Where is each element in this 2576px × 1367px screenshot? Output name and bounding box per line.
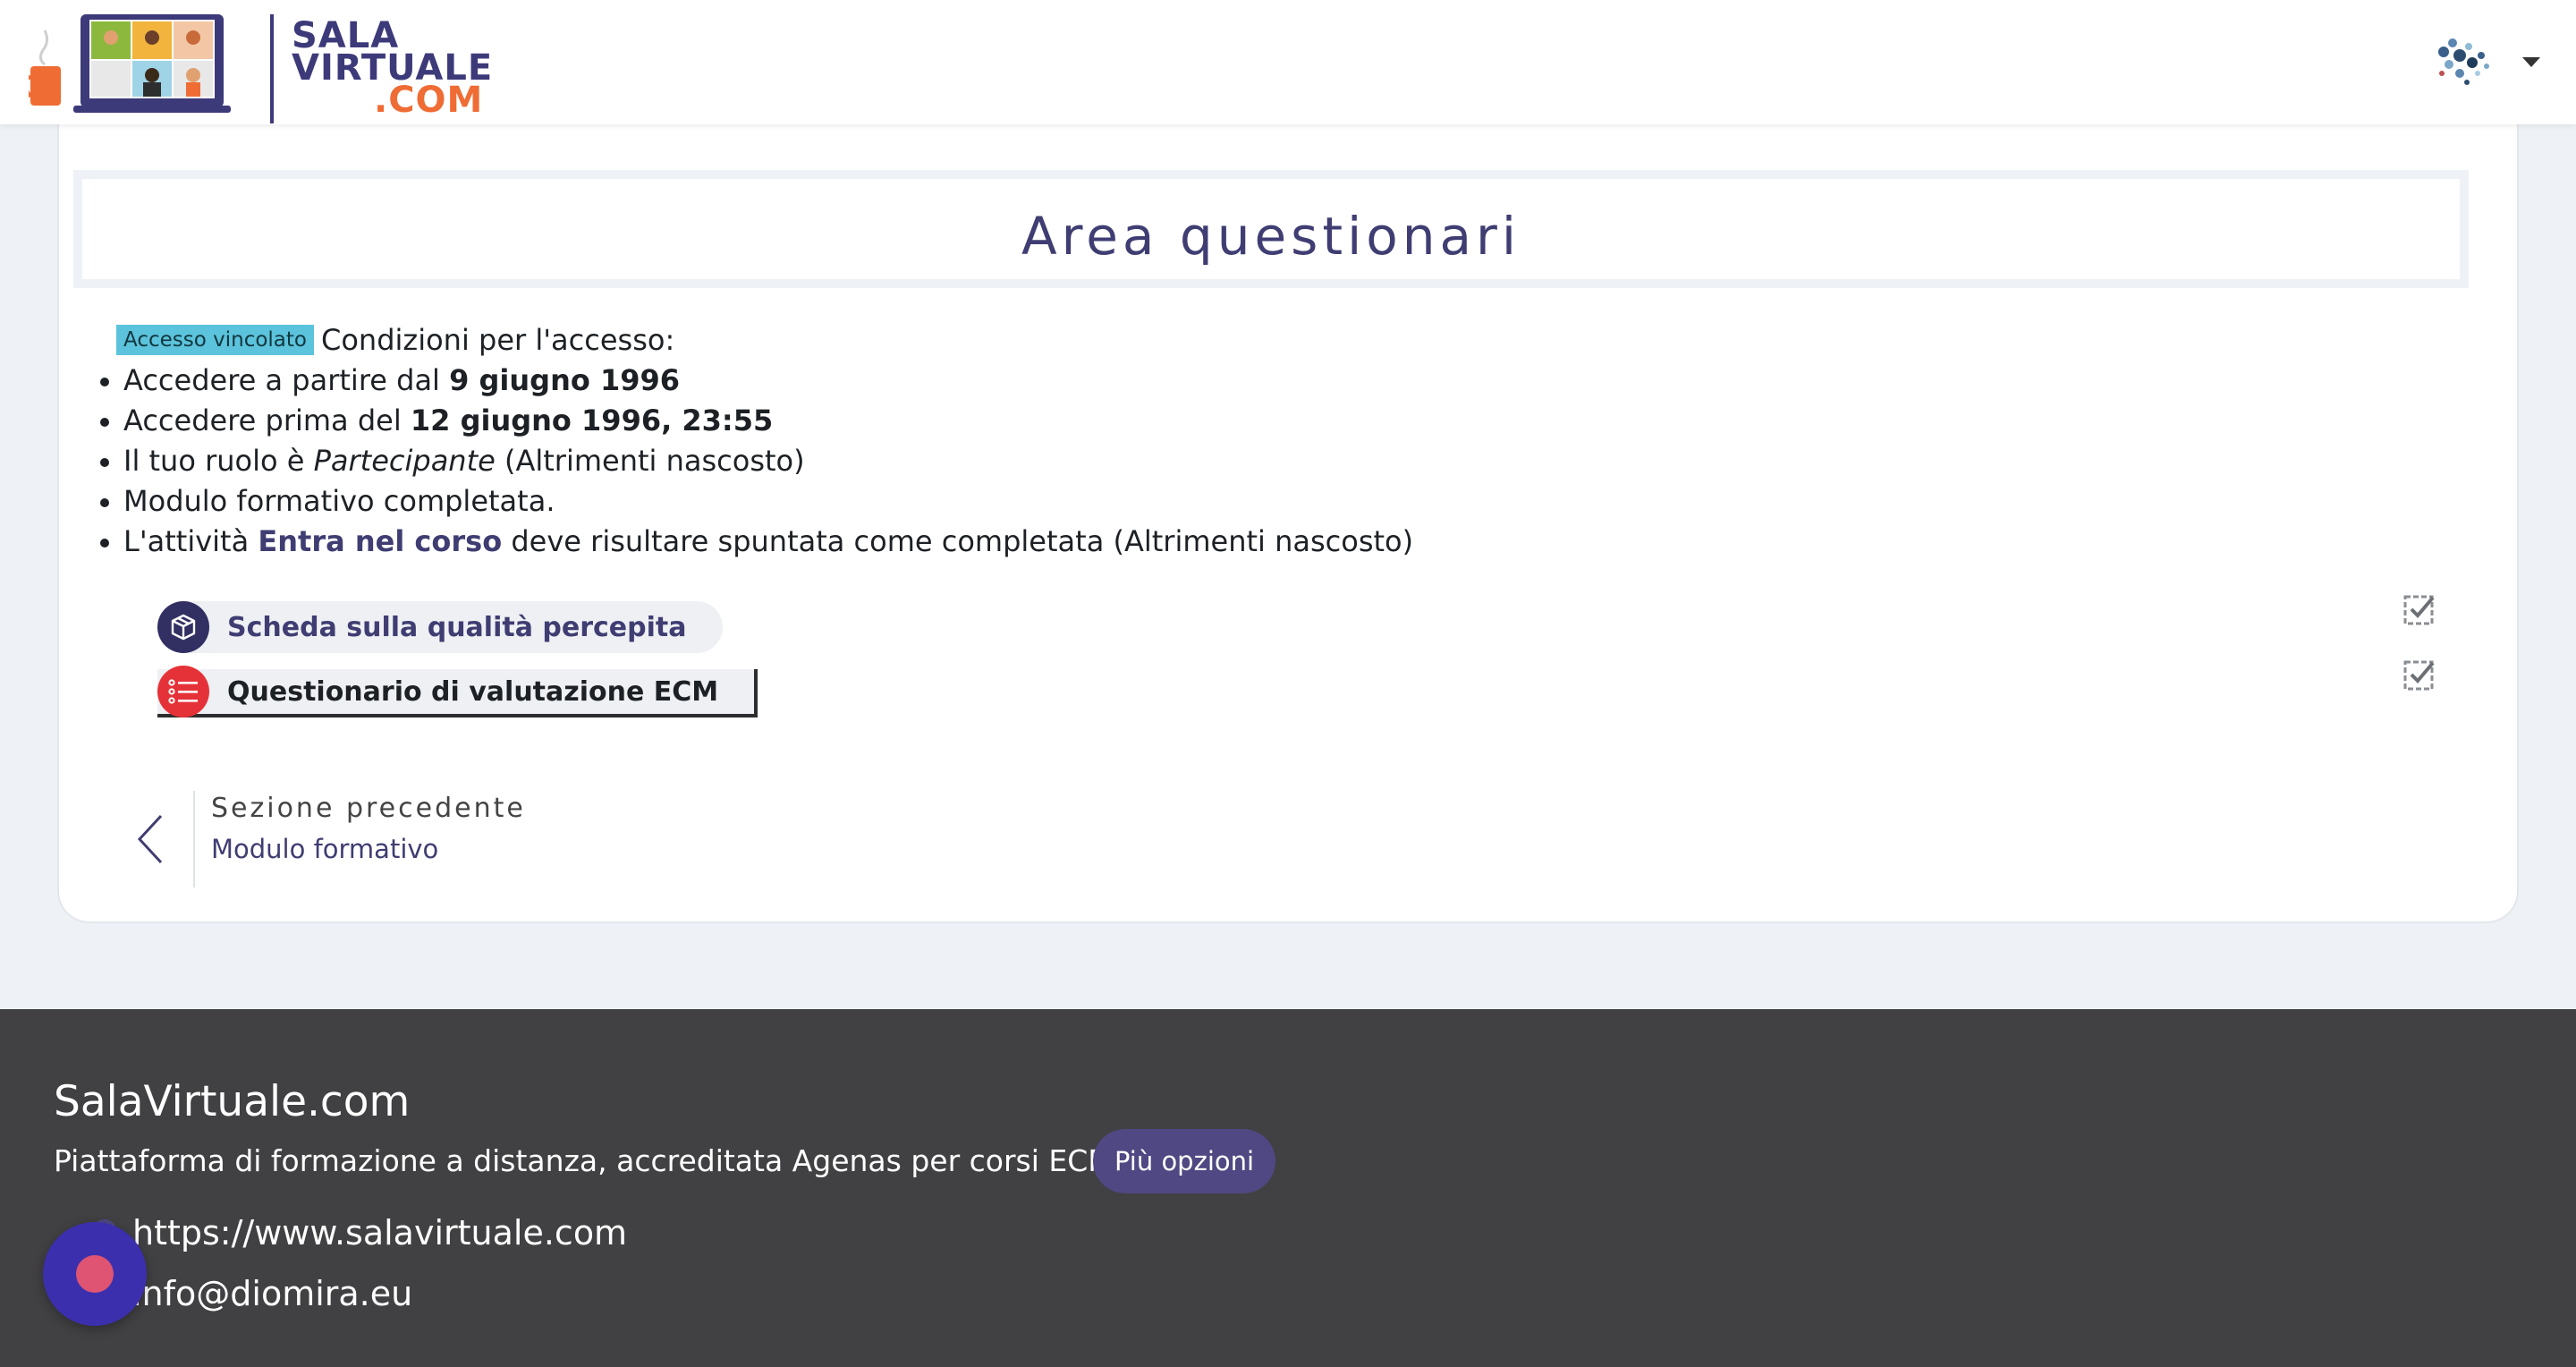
activity-label: Questionario di valutazione ECM bbox=[227, 675, 719, 708]
user-menu-toggle[interactable] bbox=[2433, 32, 2540, 91]
checkbox-checked-icon[interactable] bbox=[2402, 658, 2436, 692]
condition-role: Partecipante bbox=[313, 444, 496, 478]
nav-divider bbox=[193, 791, 195, 887]
site-logo[interactable]: SALA VIRTUALE .COM bbox=[21, 7, 492, 123]
condition-text: Modulo formativo completata. bbox=[123, 484, 555, 518]
logo-divider bbox=[270, 14, 274, 123]
logo-line-3: .COM bbox=[374, 80, 484, 121]
restriction-condition: Accedere a partire dal 9 giugno 1996 bbox=[100, 361, 1726, 401]
condition-text: Accedere a partire dal bbox=[123, 363, 450, 397]
activity-quiz[interactable]: Questionario di valutazione ECM bbox=[157, 666, 758, 717]
quiz-list-icon bbox=[157, 666, 209, 717]
condition-date: 12 giugno 1996, 23:55 bbox=[410, 403, 774, 437]
page-footer: SalaVirtuale.com Piattaforma di formazio… bbox=[0, 1009, 2576, 1367]
section-header: Area questionari bbox=[73, 170, 2469, 288]
checkbox-checked-icon[interactable] bbox=[2402, 592, 2436, 626]
activity-label: Scheda sulla qualità percepita bbox=[227, 611, 687, 643]
chevron-down-icon bbox=[2522, 57, 2540, 67]
logo-wordmark: SALA VIRTUALE .COM bbox=[292, 18, 493, 121]
restriction-conditions-list: Accedere a partire dal 9 giugno 1996 Acc… bbox=[100, 361, 1726, 562]
condition-suffix: deve risultare spuntata come completata … bbox=[502, 524, 1414, 558]
top-navbar: SALA VIRTUALE .COM bbox=[0, 0, 2576, 124]
restriction-condition: L'attività Entra nel corso deve risultar… bbox=[100, 522, 1726, 562]
footer-title: SalaVirtuale.com bbox=[54, 1077, 411, 1126]
restriction-badge: Accesso vincolato bbox=[116, 325, 314, 355]
restriction-intro: Condizioni per l'accesso: bbox=[321, 323, 675, 357]
previous-section-nav[interactable]: Sezione precedente Modulo formativo bbox=[134, 787, 581, 887]
logo-laptop-icon bbox=[21, 14, 231, 113]
restriction-condition: Il tuo ruolo è Partecipante (Altrimenti … bbox=[100, 441, 1726, 481]
condition-text: Accedere prima del bbox=[123, 403, 411, 437]
restriction-condition: Modulo formativo completata. bbox=[100, 481, 1726, 522]
more-options-button[interactable]: Più opzioni bbox=[1093, 1129, 1275, 1193]
restriction-header: Accesso vincolato Condizioni per l'access… bbox=[116, 320, 1726, 361]
chat-launcher-button[interactable] bbox=[43, 1222, 147, 1326]
footer-website-link[interactable]: https://www.salavirtuale.com bbox=[132, 1213, 627, 1252]
condition-text: L'attività bbox=[123, 524, 258, 558]
condition-date: 9 giugno 1996 bbox=[449, 363, 681, 397]
previous-section-label: Sezione precedente bbox=[211, 793, 526, 824]
condition-suffix: (Altrimenti nascosto) bbox=[495, 444, 805, 478]
feedback-box-icon bbox=[157, 601, 209, 653]
user-avatar bbox=[2438, 38, 2489, 85]
footer-tagline: Piattaforma di formazione a distanza, ac… bbox=[54, 1143, 1114, 1178]
restriction-condition: Accedere prima del 12 giugno 1996, 23:55 bbox=[100, 401, 1726, 441]
footer-email-link[interactable]: info@diomira.eu bbox=[132, 1274, 412, 1313]
chevron-left-icon bbox=[137, 814, 163, 864]
condition-text: Il tuo ruolo è bbox=[123, 444, 314, 478]
previous-section-link[interactable]: Modulo formativo bbox=[211, 834, 438, 864]
condition-activity-link[interactable]: Entra nel corso bbox=[258, 524, 502, 558]
activity-feedback[interactable]: Scheda sulla qualità percepita bbox=[157, 601, 723, 653]
section-title: Area questionari bbox=[1021, 206, 1521, 267]
access-restrictions: Accesso vincolato Condizioni per l'access… bbox=[100, 320, 1726, 562]
chat-dot-icon bbox=[76, 1255, 114, 1293]
